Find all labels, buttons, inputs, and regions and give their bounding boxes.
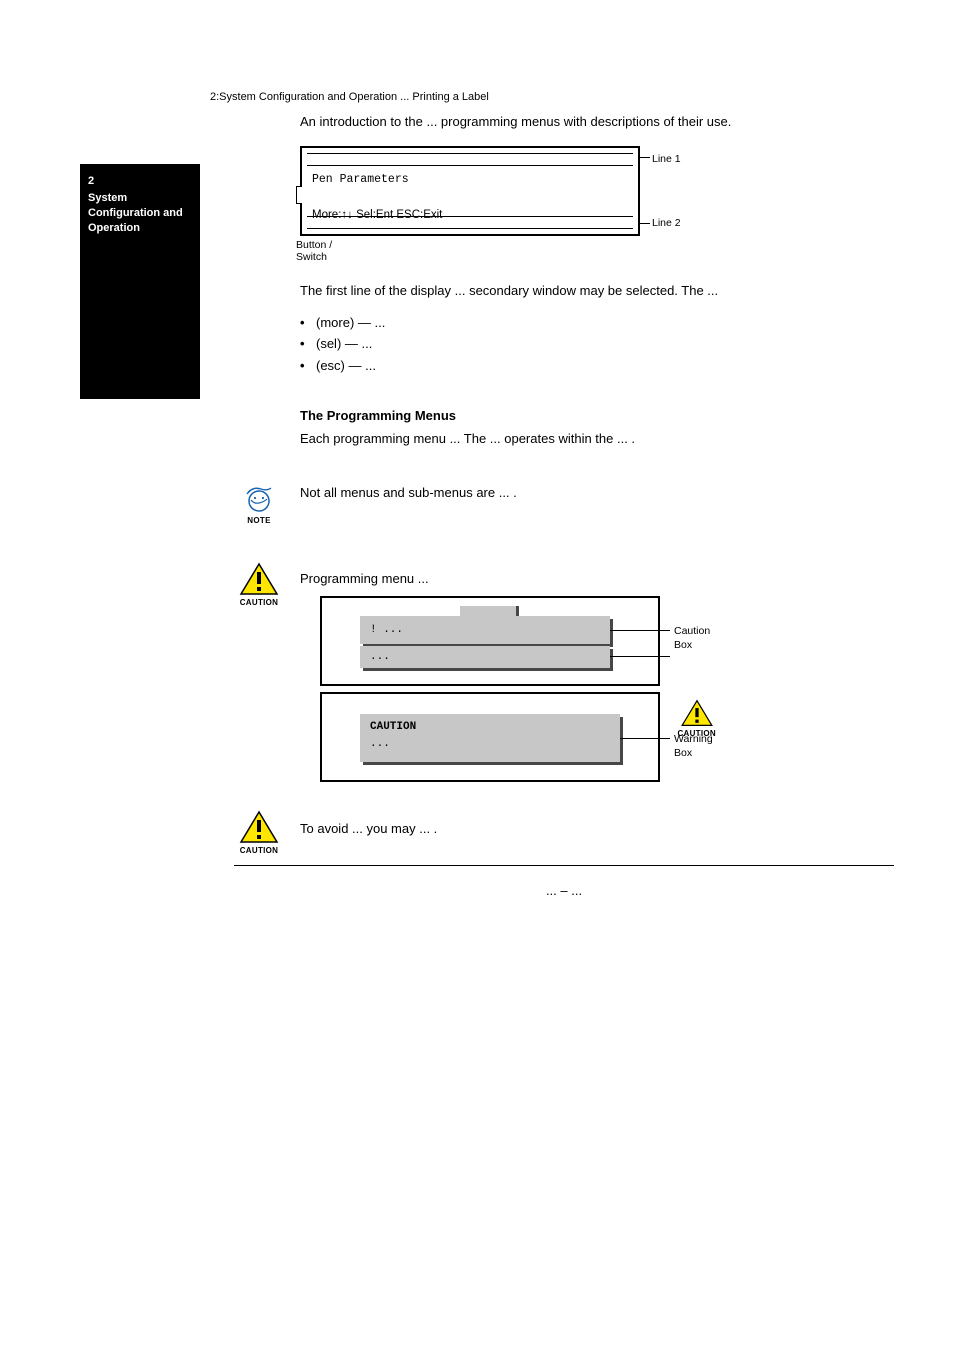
callout-line (640, 223, 650, 224)
callout-line (640, 157, 650, 158)
section-body: Each programming menu ... The ... operat… (300, 430, 894, 448)
caution-label: CAUTION (240, 846, 279, 857)
lcd-panel: Pen Parameters More:↑↓ Sel:Ent ESC:Exit (300, 146, 640, 236)
side-tab-number: 2 (88, 174, 192, 189)
lcd-figure: Pen Parameters More:↑↓ Sel:Ent ESC:Exit … (300, 146, 894, 236)
caution-panel-1-line2: ... (360, 646, 610, 669)
bullet-item: • (more) — ... (300, 314, 894, 332)
lcd-callout-button: Button / Switch (296, 240, 366, 263)
caution-label: CAUTION (240, 598, 279, 609)
header-breadcrumb: 2:System Configuration and Operation ...… (210, 90, 894, 105)
caution-panel-2: CAUTION ... Warning Box CAUTION (320, 692, 660, 782)
bullet-text: (more) — ... (316, 314, 385, 332)
bullet-dot-icon: • (300, 314, 316, 332)
caution-panel-1-line1: ! ... (360, 616, 610, 645)
caution-panel-2-line1: CAUTION (360, 714, 620, 735)
bullet-text: (sel) — ... (316, 335, 372, 353)
caution-panel-2-line2: ... (360, 735, 620, 754)
caution-panel-1-label: Caution Box (674, 624, 710, 652)
caution-icon: CAUTION (234, 810, 284, 857)
caution-icon-inline: CAUTION (677, 699, 716, 740)
page-footer: ... – ... (234, 882, 894, 900)
lcd-callout-line2: Line 2 (652, 216, 681, 230)
lcd-top-strip (307, 153, 633, 166)
side-tab: 2 System Configuration and Operation (80, 164, 200, 399)
section-programming-menus: The Programming Menus Each programming m… (300, 407, 894, 448)
lcd-callout-line1: Line 1 (652, 152, 681, 166)
body-paragraph: The first line of the display ... second… (300, 282, 894, 300)
bullet-dot-icon: • (300, 357, 316, 375)
note-icon: NOTE (234, 484, 284, 527)
bullet-item: • (sel) — ... (300, 335, 894, 353)
caution-icon: CAUTION (234, 562, 284, 609)
bullet-item: • (esc) — ... (300, 357, 894, 375)
intro-paragraph: An introduction to the ... programming m… (300, 113, 894, 131)
note-text: Not all menus and sub-menus are ... . (300, 484, 894, 502)
caution-panel-1: ! ... ... Caution Box (320, 596, 660, 686)
divider (234, 865, 894, 866)
lcd-button-notch (296, 186, 302, 204)
caution-intro: Programming menu ... (300, 570, 894, 588)
bullet-text: (esc) — ... (316, 357, 376, 375)
side-tab-title: System Configuration and Operation (88, 191, 192, 236)
lcd-line1-text: Pen Parameters (312, 172, 409, 188)
lcd-line2-text: More:↑↓ Sel:Ent ESC:Exit (312, 208, 442, 224)
section-heading: The Programming Menus (300, 407, 894, 425)
bullet-dot-icon: • (300, 335, 316, 353)
caution-text-2: To avoid ... you may ... . (300, 810, 894, 838)
caution-label-inline: CAUTION (677, 729, 716, 740)
note-label: NOTE (247, 516, 270, 527)
